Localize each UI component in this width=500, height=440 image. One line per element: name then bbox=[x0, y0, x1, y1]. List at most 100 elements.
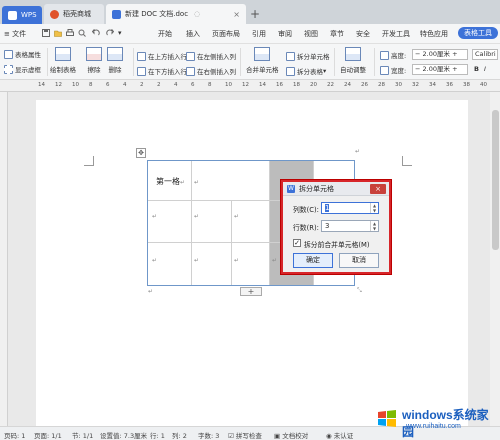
vertical-ruler[interactable] bbox=[0, 92, 8, 426]
undo-icon[interactable] bbox=[91, 28, 100, 37]
delete-button[interactable]: 删除 bbox=[107, 47, 123, 74]
spin-stepper[interactable]: ▲ ▼ bbox=[370, 203, 378, 213]
columns-input[interactable]: 1 ▲ ▼ bbox=[321, 202, 379, 214]
table-move-handle[interactable]: ✥ bbox=[136, 148, 146, 158]
chevron-down-icon[interactable]: ▾ bbox=[118, 29, 126, 37]
menu-table-tools[interactable]: 表格工具 bbox=[458, 27, 498, 39]
ruler-number: 20 bbox=[310, 82, 317, 88]
ribbon-toolbar: 表格属性 显示虚框 绘制表格 擦除 删除 在上方插入行 在下方插入行 在左侧插入… bbox=[0, 44, 500, 80]
new-tab-button[interactable]: + bbox=[250, 7, 260, 21]
table-cell[interactable] bbox=[232, 201, 270, 243]
tab-shop[interactable]: 稻壳商城 bbox=[44, 4, 104, 24]
draw-table-button[interactable]: 绘制表格 bbox=[50, 47, 76, 74]
plus-icon[interactable]: + bbox=[450, 65, 457, 73]
menu-bar: ≡ 文件 ▾ 开始 插入 页面布局 引用 审阅 视图 章节 安全 开发工具 特色… bbox=[0, 24, 500, 44]
table-cell[interactable] bbox=[192, 201, 232, 243]
table-cell[interactable] bbox=[148, 201, 192, 243]
bold-icon[interactable]: B bbox=[474, 65, 479, 73]
table-properties-button[interactable]: 表格属性 bbox=[4, 49, 41, 59]
italic-icon[interactable]: I bbox=[484, 65, 486, 73]
save-icon[interactable] bbox=[42, 29, 50, 37]
menu-security[interactable]: 安全 bbox=[356, 29, 370, 39]
tab-wps[interactable]: WPS bbox=[2, 6, 42, 24]
hamburger-icon: ≡ bbox=[4, 30, 13, 38]
split-cells-button[interactable]: 拆分单元格 bbox=[286, 51, 330, 61]
preview-icon[interactable] bbox=[78, 29, 86, 37]
insert-col-right-button[interactable]: 在右侧插入列 bbox=[186, 66, 236, 76]
ruler-number: 28 bbox=[378, 82, 385, 88]
insert-row-above-button[interactable]: 在上方插入行 bbox=[137, 51, 187, 61]
delete-table-icon bbox=[107, 47, 123, 61]
menu-special-apps[interactable]: 特色应用 bbox=[420, 29, 448, 39]
menu-references[interactable]: 引用 bbox=[252, 29, 266, 39]
spin-stepper[interactable]: ▲ ▼ bbox=[370, 221, 378, 231]
ruler-number: 34 bbox=[429, 82, 436, 88]
rows-input[interactable]: 3 ▲ ▼ bbox=[321, 220, 379, 232]
doc-check-button[interactable]: ▣ 文档校对 bbox=[274, 430, 308, 440]
merge-cells-button[interactable]: 合并单元格 bbox=[246, 47, 279, 74]
wps-logo-icon: W bbox=[287, 185, 295, 193]
ruler-number: 10 bbox=[72, 82, 79, 88]
show-gridlines-button[interactable]: 显示虚框 bbox=[4, 64, 41, 74]
menu-chapter[interactable]: 章节 bbox=[330, 29, 344, 39]
paragraph-mark: ↵ bbox=[272, 257, 278, 264]
status-setting: 设置值: 7.3厘米 bbox=[100, 432, 148, 440]
width-input[interactable]: − 2.00厘米 + bbox=[412, 64, 468, 75]
table-cell[interactable] bbox=[148, 243, 192, 285]
folder-icon[interactable] bbox=[54, 29, 62, 37]
table-cell[interactable] bbox=[232, 243, 270, 285]
paragraph-mark: ↵ bbox=[355, 148, 361, 155]
check-icon: ☑ bbox=[228, 432, 236, 440]
status-page: 页码: 1 bbox=[4, 432, 26, 440]
auto-fit-button[interactable]: 自动调整 bbox=[340, 47, 366, 74]
redo-icon[interactable] bbox=[106, 28, 115, 37]
menu-start[interactable]: 开始 bbox=[158, 29, 172, 39]
title-bar: WPS 稻壳商城 新建 DOC 文档.doc ◌ × + bbox=[0, 0, 500, 24]
close-icon[interactable]: × bbox=[233, 10, 240, 19]
split-table-button[interactable]: 拆分表格 ▾ bbox=[286, 66, 326, 76]
menu-insert[interactable]: 插入 bbox=[186, 29, 200, 39]
menu-file[interactable]: ≡ 文件 bbox=[4, 29, 26, 39]
table-cell[interactable] bbox=[192, 161, 270, 201]
menu-review[interactable]: 审阅 bbox=[278, 29, 292, 39]
tab-document[interactable]: 新建 DOC 文档.doc ◌ × bbox=[106, 4, 246, 24]
merge-before-split-checkbox[interactable]: ✓ bbox=[293, 239, 301, 247]
eraser-icon bbox=[86, 47, 102, 61]
add-row-button[interactable]: + bbox=[240, 287, 262, 296]
paragraph-mark: ↵ bbox=[194, 257, 200, 264]
insert-row-below-button[interactable]: 在下方插入行 bbox=[137, 66, 187, 76]
plus-icon[interactable]: + bbox=[450, 50, 457, 58]
spell-check-button[interactable]: ☑ 拼写检查 bbox=[228, 430, 262, 440]
table-cell[interactable] bbox=[192, 243, 232, 285]
minus-icon[interactable]: − bbox=[415, 50, 423, 58]
menu-page-layout[interactable]: 页面布局 bbox=[212, 29, 240, 39]
cancel-button[interactable]: 取消 bbox=[339, 253, 379, 268]
split-cells-icon bbox=[286, 51, 295, 61]
margin-corner-top-right bbox=[402, 156, 412, 166]
menu-dev-tools[interactable]: 开发工具 bbox=[382, 29, 410, 39]
ok-button[interactable]: 确定 bbox=[293, 253, 333, 268]
scrollbar-thumb[interactable] bbox=[492, 110, 499, 250]
ruler-number: 10 bbox=[225, 82, 232, 88]
menu-view[interactable]: 视图 bbox=[304, 29, 318, 39]
horizontal-ruler[interactable]: 14 12 10 8 6 4 2 2 4 6 8 10 12 14 16 18 20 22 24 26 28 30 32 34… bbox=[0, 80, 500, 92]
margin-corner-top-left bbox=[84, 156, 94, 166]
close-icon[interactable]: × bbox=[370, 184, 386, 194]
font-select[interactable]: Calibri bbox=[472, 49, 498, 60]
height-input[interactable]: − 2.00厘米 + bbox=[412, 49, 468, 60]
erase-button[interactable]: 擦除 bbox=[86, 47, 102, 74]
table-resize-icon[interactable]: ⤡ bbox=[357, 287, 362, 295]
minus-icon[interactable]: − bbox=[415, 65, 423, 73]
status-row: 行: 1 bbox=[150, 432, 165, 440]
ruler-number: 14 bbox=[38, 82, 45, 88]
ruler-number: 12 bbox=[242, 82, 249, 88]
row-height-icon bbox=[380, 50, 389, 60]
height-label: 高度: bbox=[380, 50, 406, 60]
paragraph-mark: ↵ bbox=[234, 257, 240, 264]
cert-status[interactable]: ◉ 未认证 bbox=[326, 430, 353, 440]
auto-fit-icon bbox=[345, 47, 361, 61]
status-words: 字数: 3 bbox=[198, 432, 220, 440]
insert-col-left-button[interactable]: 在左侧插入列 bbox=[186, 51, 236, 61]
print-icon[interactable] bbox=[66, 29, 74, 37]
ruler-number: 26 bbox=[361, 82, 368, 88]
